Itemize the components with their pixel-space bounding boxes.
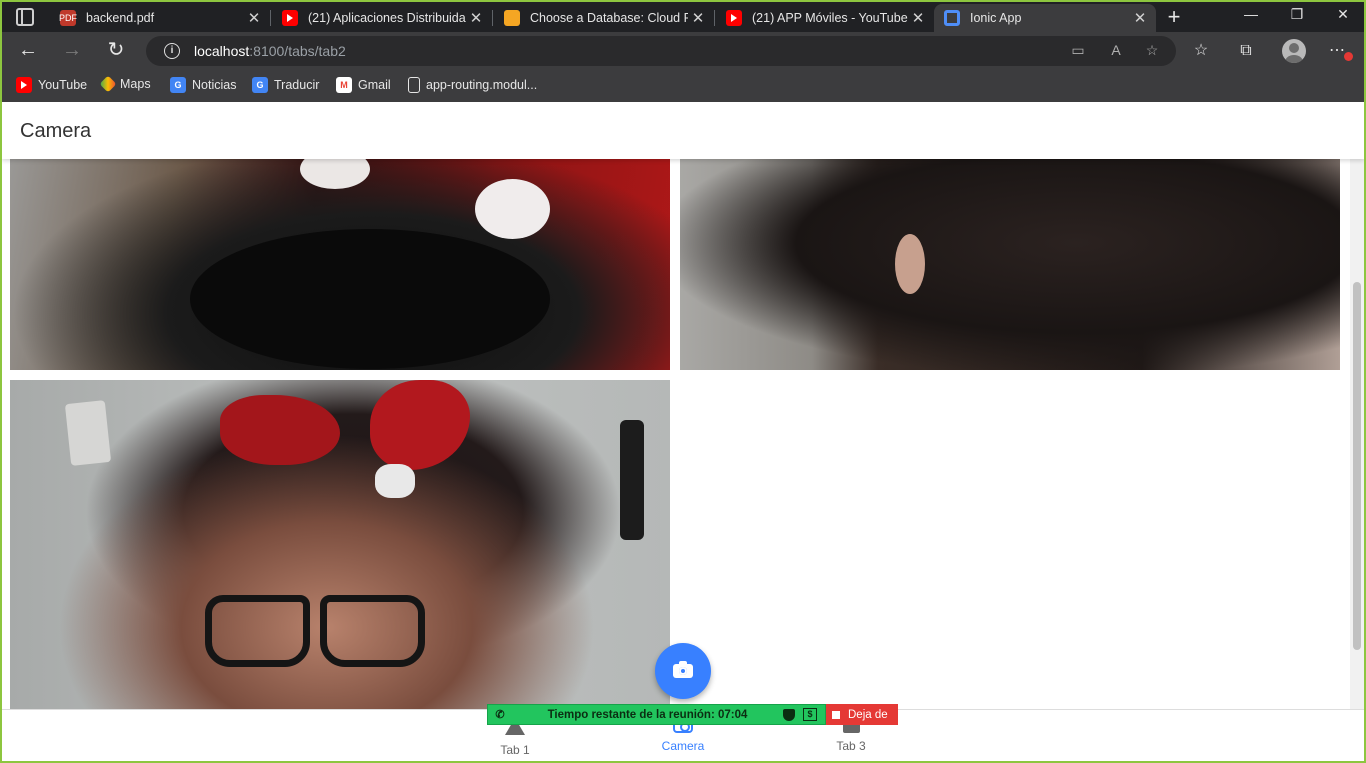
phone-icon: ✆ (495, 709, 505, 721)
bookmark-youtube[interactable]: YouTube (16, 77, 87, 93)
close-tab-icon[interactable]: ✕ (466, 9, 486, 27)
meeting-timer-bar: ✆ Tiempo restante de la reunión: 07:04 $ (487, 704, 826, 725)
photo-detail (64, 400, 112, 466)
gallery-photo[interactable] (10, 380, 670, 709)
read-aloud-icon[interactable]: A (1106, 42, 1126, 60)
scrollbar-thumb[interactable] (1353, 282, 1361, 650)
scrollbar[interactable] (1350, 159, 1364, 709)
stop-icon (832, 710, 840, 719)
browser-toolbar: ← → ↻ i localhost:8100/tabs/tab2 ▭ A ☆ ☆… (2, 32, 1364, 70)
photo-detail (375, 464, 415, 498)
photo-detail (475, 179, 550, 239)
app-header: Camera (2, 102, 1364, 159)
close-tab-icon[interactable]: ✕ (1130, 9, 1150, 27)
address-bar[interactable]: i localhost:8100/tabs/tab2 ▭ A ☆ (146, 36, 1176, 66)
camera-icon (673, 661, 693, 678)
restore-button[interactable]: ❐ (1274, 6, 1320, 23)
leave-meeting-button[interactable]: Deja de (826, 704, 898, 725)
browser-tab-aplicaciones[interactable]: (21) Aplicaciones Distribuidas ✕ (272, 4, 493, 32)
video-icon[interactable]: ▭ (1068, 42, 1088, 60)
photo-detail (205, 595, 310, 667)
maps-icon (99, 75, 117, 93)
bookmark-traducir[interactable]: G Traducir (252, 77, 319, 93)
ionic-icon (944, 10, 960, 26)
new-tab-button[interactable]: + (1162, 6, 1186, 28)
translate-icon: G (252, 77, 268, 93)
photo-detail (300, 159, 370, 189)
gmail-icon: M (336, 77, 352, 93)
firebase-icon (504, 10, 520, 26)
back-icon[interactable]: ← (16, 39, 40, 63)
add-favorite-icon[interactable]: ☆ (1142, 42, 1162, 60)
browser-tab-strip: PDF backend.pdf ✕ (21) Aplicaciones Dist… (0, 0, 1366, 32)
collections-icon[interactable]: ⧉ (1235, 40, 1257, 62)
file-icon (408, 77, 420, 93)
shield-icon (783, 708, 795, 721)
app-page: Camera Tab 1 Camera Tab 3 (2, 102, 1364, 761)
take-photo-button[interactable] (655, 643, 711, 699)
photo-detail (895, 234, 925, 294)
photo-gallery (2, 159, 1350, 709)
close-tab-icon[interactable]: ✕ (688, 9, 708, 27)
browser-tab-ionic-app[interactable]: Ionic App ✕ (934, 4, 1156, 32)
close-tab-icon[interactable]: ✕ (244, 9, 264, 27)
photo-detail (220, 395, 340, 465)
meeting-time-remaining: Tiempo restante de la reunión: 07:04 (547, 708, 748, 721)
forward-icon[interactable]: → (60, 39, 84, 63)
browser-tab-app-moviles[interactable]: (21) APP Móviles - YouTube ✕ (716, 4, 934, 32)
bookmarks-bar: YouTube Maps G Noticias G Traducir M Gma… (2, 70, 1364, 102)
news-icon: G (170, 77, 186, 93)
minimize-button[interactable]: — (1228, 6, 1274, 22)
youtube-icon (282, 10, 298, 26)
url-text[interactable]: localhost:8100/tabs/tab2 (194, 43, 346, 59)
notification-badge (1344, 52, 1353, 61)
photo-detail (320, 595, 425, 667)
browser-tab-firebase[interactable]: Choose a Database: Cloud Fir ✕ (494, 4, 715, 32)
youtube-icon (726, 10, 742, 26)
browser-tab-backend-pdf[interactable]: PDF backend.pdf ✕ (50, 4, 271, 32)
bookmark-gmail[interactable]: M Gmail (336, 77, 391, 93)
close-tab-icon[interactable]: ✕ (908, 9, 928, 27)
bookmark-noticias[interactable]: G Noticias (170, 77, 236, 93)
photo-detail (190, 229, 550, 369)
bookmark-app-routing[interactable]: app-routing.modul... (408, 77, 537, 93)
pdf-icon: PDF (59, 10, 77, 26)
bookmark-maps[interactable]: Maps (99, 75, 151, 93)
gallery-photo[interactable] (10, 159, 670, 370)
youtube-icon (16, 77, 32, 93)
favorites-icon[interactable]: ☆ (1190, 40, 1212, 62)
photo-detail (620, 420, 644, 540)
gallery-photo[interactable] (680, 159, 1340, 370)
profile-avatar[interactable] (1282, 39, 1306, 63)
reload-icon[interactable]: ↻ (104, 39, 128, 63)
dollar-icon: $ (803, 708, 817, 721)
page-title: Camera (20, 120, 92, 142)
tab-actions-icon[interactable] (16, 8, 34, 26)
photo-detail (370, 380, 470, 470)
site-info-icon[interactable]: i (164, 43, 180, 59)
close-window-button[interactable]: ✕ (1320, 6, 1366, 23)
